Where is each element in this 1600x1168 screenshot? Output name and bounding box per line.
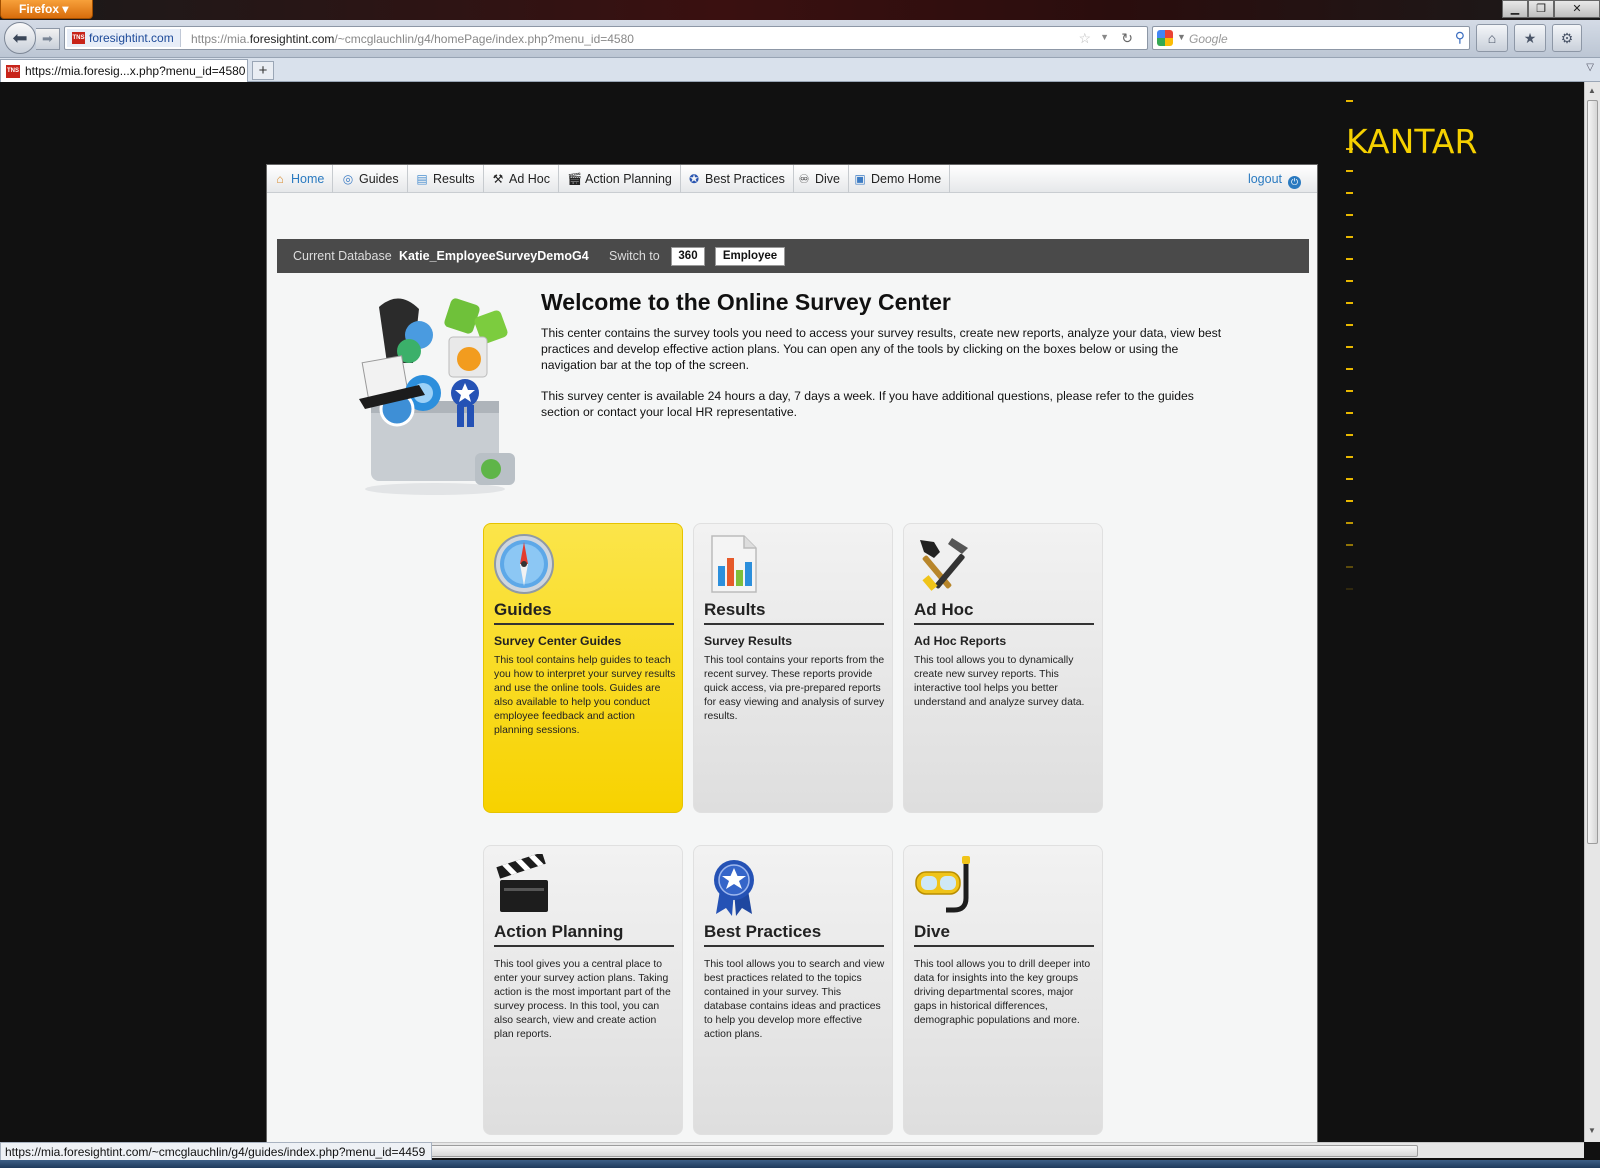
page-title: Welcome to the Online Survey Center bbox=[541, 289, 951, 315]
minimize-icon[interactable]: ▁ bbox=[1502, 0, 1528, 18]
tab-current[interactable]: TNS https://mia.foresig...x.php?menu_id=… bbox=[0, 59, 248, 82]
nav-action-planning[interactable]: 🎬︎ Action Planning bbox=[561, 165, 681, 193]
tile-description: This tool gives you a central place to e… bbox=[494, 959, 671, 1040]
welcome-paragraph-1: This center contains the survey tools yo… bbox=[541, 326, 1222, 372]
nav-best-practices[interactable]: ✪ Best Practices bbox=[681, 165, 794, 193]
status-bar: https://mia.foresightint.com/~cmcglauchl… bbox=[0, 1142, 433, 1161]
ribbon-icon bbox=[714, 860, 754, 916]
bookmark-star-icon[interactable]: ☆ bbox=[1078, 30, 1091, 47]
bookmarks-button[interactable]: ★ bbox=[1514, 24, 1546, 52]
switch-label: Switch to bbox=[609, 249, 660, 263]
google-logo-icon[interactable] bbox=[1157, 30, 1173, 46]
switch-360-button[interactable]: 360 bbox=[671, 247, 705, 266]
site-identity-button[interactable]: TNS foresightint.com bbox=[67, 29, 181, 47]
tools-icon: ⚒ bbox=[492, 172, 504, 186]
reload-icon[interactable]: ↻ bbox=[1121, 30, 1133, 47]
tile-subtitle: Survey Results bbox=[704, 634, 793, 648]
tab-favicon-icon: TNS bbox=[6, 65, 20, 78]
tile-subtitle: Ad Hoc Reports bbox=[914, 634, 1007, 648]
tile-title: Dive bbox=[914, 922, 1094, 947]
tile-subtitle: Survey Center Guides bbox=[494, 634, 622, 648]
tile-action-planning[interactable]: Action Planning This tool gives you a ce… bbox=[483, 845, 683, 1135]
logout-link[interactable]: logout ⏻ bbox=[1248, 172, 1301, 189]
main-navigation: ⌂ Home ◎ Guides ▤ Results ⚒ Ad Hoc 🎬︎ Action … bbox=[267, 165, 1317, 193]
close-icon[interactable]: ✕ bbox=[1554, 0, 1600, 18]
nav-guides[interactable]: ◎ Guides bbox=[335, 165, 408, 193]
tab-strip: TNS https://mia.foresig...x.php?menu_id=… bbox=[0, 58, 1600, 82]
tile-title: Guides bbox=[494, 600, 674, 625]
kantar-logo: KANTAR bbox=[1346, 122, 1478, 161]
search-input[interactable]: Google bbox=[1189, 32, 1228, 46]
bar-chart-icon bbox=[711, 535, 757, 593]
snorkel-icon bbox=[915, 856, 970, 913]
database-label: Current Database bbox=[293, 249, 392, 263]
monitor-icon: ▣ bbox=[854, 172, 866, 186]
tile-best-practices[interactable]: Best Practices This tool allows you to s… bbox=[693, 845, 893, 1135]
url-bar[interactable]: TNS foresightint.com https://mia.foresig… bbox=[64, 26, 1148, 50]
tile-title: Ad Hoc bbox=[914, 600, 1094, 625]
search-bar[interactable]: ▼ Google ⚲ bbox=[1152, 26, 1470, 50]
window-titlebar: Firefox ▾ ▁ ❐ ✕ bbox=[0, 0, 1600, 20]
tile-description: This tool contains your reports from the… bbox=[704, 655, 885, 722]
tile-description: This tool allows you to dynamically crea… bbox=[914, 655, 1085, 708]
home-icon: ⌂ bbox=[276, 172, 284, 186]
welcome-paragraph-2: This survey center is available 24 hours… bbox=[541, 389, 1194, 419]
url-history-dropdown-icon[interactable]: ▼ bbox=[1100, 32, 1109, 42]
scroll-up-icon[interactable]: ▲ bbox=[1588, 86, 1596, 95]
nav-home[interactable]: ⌂ Home bbox=[267, 165, 334, 193]
nav-dive[interactable]: ♾ Dive bbox=[791, 165, 850, 193]
clapperboard-icon: 🎬︎ bbox=[567, 172, 583, 186]
tools-button[interactable]: ⚙ bbox=[1552, 24, 1582, 52]
vertical-scroll-thumb[interactable] bbox=[1587, 100, 1598, 844]
clapperboard-icon bbox=[496, 854, 548, 912]
toolbox-illustration bbox=[359, 298, 515, 495]
page-viewport: KANTAR ⌂ Home ◎ Guides ▤ Results ⚒ Ad Hoc 🎬︎… bbox=[0, 82, 1584, 1142]
firefox-menu-button[interactable]: Firefox ▾ bbox=[0, 0, 93, 19]
list-all-tabs-icon[interactable]: ▽ bbox=[1586, 62, 1594, 73]
tile-results[interactable]: Results Survey Results This tool contain… bbox=[693, 523, 893, 813]
new-tab-button[interactable]: + bbox=[252, 61, 274, 80]
search-icon[interactable]: ⚲ bbox=[1455, 29, 1465, 46]
tile-description: This tool allows you to drill deeper int… bbox=[914, 959, 1091, 1026]
tile-title: Results bbox=[704, 600, 884, 625]
nav-ad-hoc[interactable]: ⚒ Ad Hoc bbox=[485, 165, 559, 193]
main-panel: ⌂ Home ◎ Guides ▤ Results ⚒ Ad Hoc 🎬︎ Action … bbox=[266, 164, 1318, 1142]
tile-title: Action Planning bbox=[494, 922, 674, 947]
forward-button[interactable]: ➡ bbox=[36, 28, 60, 50]
home-button[interactable]: ⌂ bbox=[1476, 24, 1508, 52]
tile-title: Best Practices bbox=[704, 922, 884, 947]
nav-demo-home[interactable]: ▣ Demo Home bbox=[847, 165, 951, 193]
database-name: Katie_EmployeeSurveyDemoG4 bbox=[399, 249, 589, 263]
url-text: https://mia.foresightint.com/~cmcglauchl… bbox=[191, 32, 634, 46]
site-favicon-icon: TNS bbox=[72, 32, 85, 44]
report-icon: ▤ bbox=[416, 172, 428, 186]
window-controls: ▁ ❐ ✕ bbox=[1502, 0, 1600, 18]
back-button[interactable]: ⬅ bbox=[4, 22, 36, 54]
maximize-icon[interactable]: ❐ bbox=[1528, 0, 1554, 18]
switch-employee-button[interactable]: Employee bbox=[715, 247, 785, 266]
compass-icon bbox=[494, 534, 554, 594]
tile-description: This tool allows you to search and view … bbox=[704, 959, 885, 1040]
tools-icon bbox=[920, 538, 968, 591]
scroll-down-icon[interactable]: ▼ bbox=[1588, 1126, 1596, 1135]
database-bar: Current Database Katie_EmployeeSurveyDem… bbox=[277, 239, 1309, 273]
power-icon: ⏻ bbox=[1288, 176, 1301, 189]
search-engine-dropdown-icon[interactable]: ▼ bbox=[1177, 32, 1186, 42]
browser-toolbar: ⬅ ➡ TNS foresightint.com https://mia.for… bbox=[0, 20, 1600, 58]
tile-description: This tool contains help guides to teach … bbox=[494, 655, 676, 736]
compass-icon: ◎ bbox=[342, 172, 354, 186]
tile-dive[interactable]: Dive This tool allows you to drill deepe… bbox=[903, 845, 1103, 1135]
tile-ad-hoc[interactable]: Ad Hoc Ad Hoc Reports This tool allows y… bbox=[903, 523, 1103, 813]
ribbon-icon: ✪ bbox=[688, 172, 700, 186]
os-taskbar bbox=[0, 1160, 1600, 1168]
snorkel-icon: ♾ bbox=[798, 172, 810, 186]
tile-guides[interactable]: Guides Survey Center Guides This tool co… bbox=[483, 523, 683, 813]
vertical-scrollbar[interactable]: ▲ ▼ bbox=[1584, 82, 1600, 1142]
nav-results[interactable]: ▤ Results bbox=[409, 165, 484, 193]
